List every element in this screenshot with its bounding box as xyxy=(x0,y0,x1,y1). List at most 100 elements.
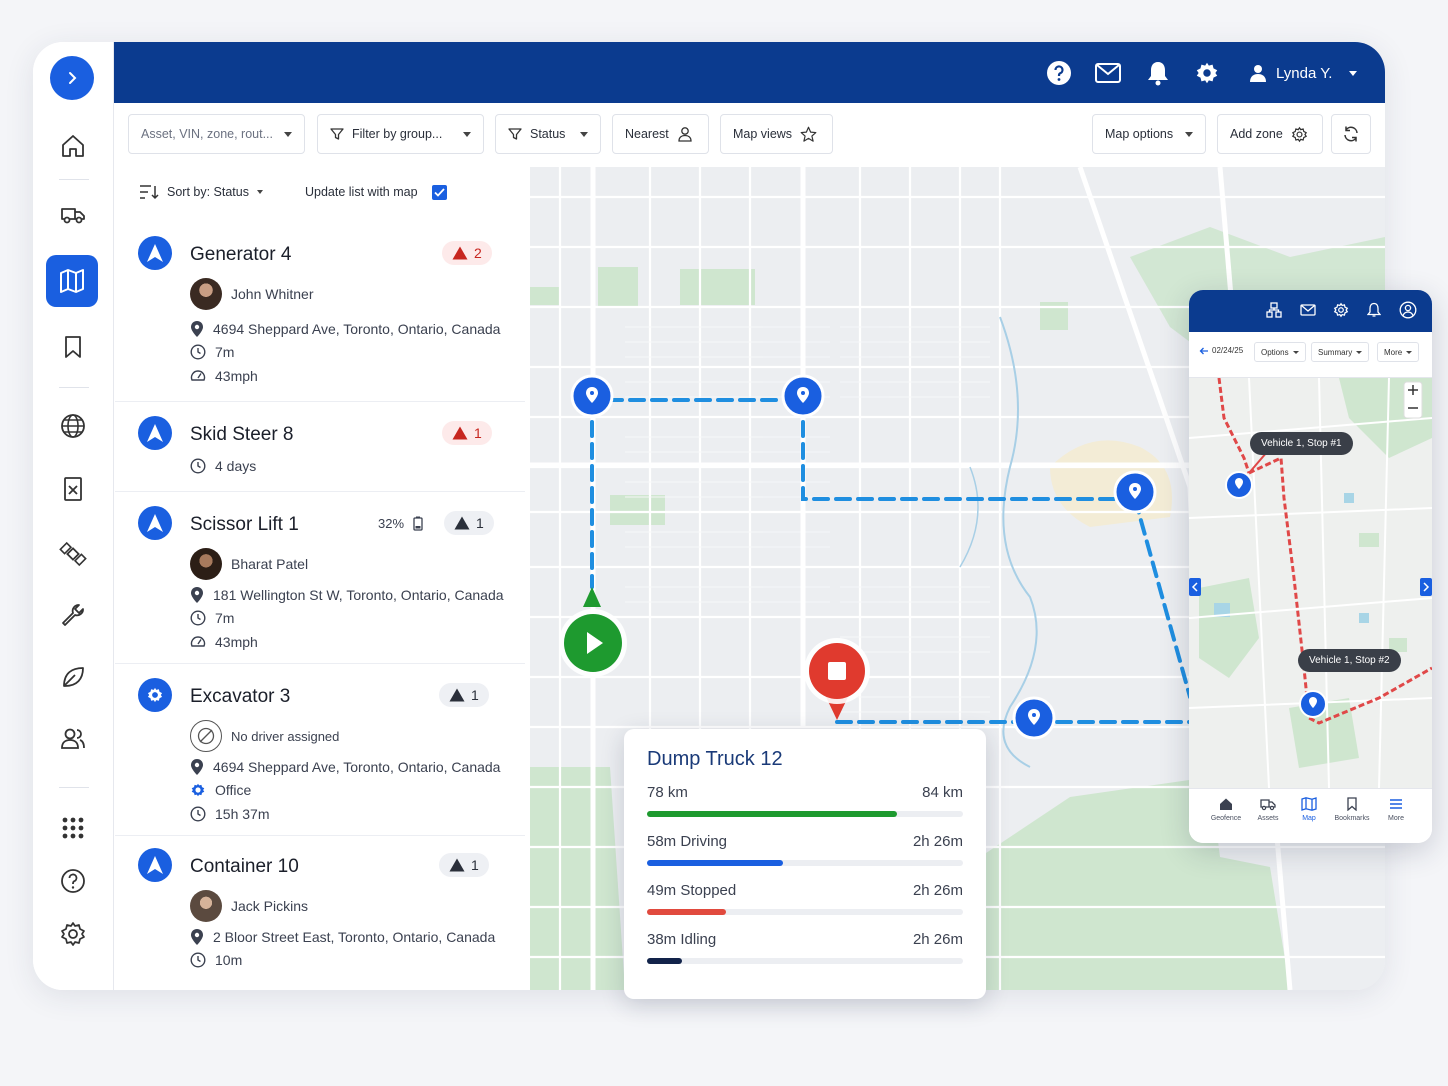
home-icon[interactable] xyxy=(53,126,93,166)
warning-icon xyxy=(449,688,465,702)
navigation-icon xyxy=(138,416,172,450)
address-row: 4694 Sheppard Ave, Toronto, Ontario, Can… xyxy=(190,320,500,338)
zone-gear-icon xyxy=(191,783,205,797)
nav-geofence[interactable]: Geofence xyxy=(1205,797,1247,822)
list-item[interactable]: Generator 4 2 John Whitner 4694 Sheppard… xyxy=(115,222,525,402)
nearest-button[interactable]: Nearest xyxy=(612,114,709,154)
user-icon xyxy=(1250,65,1266,82)
time-value: 10m xyxy=(215,952,243,968)
trip-summary-card[interactable]: Dump Truck 12 78 km 84 km 58m Driving 2h… xyxy=(624,729,986,999)
globe-icon[interactable] xyxy=(53,406,93,446)
summary-dropdown[interactable]: Summary xyxy=(1311,342,1370,362)
address: 181 Wellington St W, Toronto, Ontario, C… xyxy=(213,587,504,603)
clock-icon xyxy=(190,344,206,360)
search-input[interactable]: Asset, VIN, zone, rout... xyxy=(128,114,305,154)
alert-badge[interactable]: 1 xyxy=(439,853,489,877)
list-item[interactable]: Excavator 3 1 No driver assigned 4694 Sh… xyxy=(115,664,525,836)
map-views-button[interactable]: Map views xyxy=(720,114,833,154)
list-item[interactable]: Skid Steer 8 1 4 days xyxy=(115,402,525,492)
gear-icon[interactable] xyxy=(1192,58,1222,88)
help-icon[interactable] xyxy=(53,861,93,901)
group-filter-dropdown[interactable]: Filter by group... xyxy=(317,114,484,154)
no-driver-icon xyxy=(190,720,222,752)
time-row: 7m xyxy=(190,610,234,626)
stop-tooltip: Vehicle 1, Stop #2 xyxy=(1298,649,1401,672)
bell-icon[interactable] xyxy=(1143,58,1173,88)
time-value: 4 days xyxy=(215,458,257,474)
chevron-down-icon xyxy=(1185,131,1193,137)
users-icon[interactable] xyxy=(53,718,93,758)
nav-bookmarks[interactable]: Bookmarks xyxy=(1331,797,1373,822)
avatar xyxy=(190,890,222,922)
arrow-left-icon xyxy=(1199,347,1208,354)
map-options-dropdown[interactable]: Map options xyxy=(1092,114,1206,154)
list-item[interactable]: Container 10 1 Jack Pickins 2 Bloor Stre… xyxy=(115,836,525,990)
row-label: 38m Idling xyxy=(647,931,717,948)
warning-icon xyxy=(452,246,468,260)
mobile-toolbar: 02/24/25 Options Summary More xyxy=(1189,332,1432,378)
avatar xyxy=(190,548,222,580)
clock-icon xyxy=(190,610,206,626)
help-icon[interactable] xyxy=(1044,58,1074,88)
sort-dropdown[interactable]: Sort by: Status xyxy=(167,185,249,199)
satellite-icon[interactable] xyxy=(53,534,93,574)
mail-icon[interactable] xyxy=(1300,304,1316,316)
date-back-button[interactable]: 02/24/25 xyxy=(1199,346,1243,355)
apps-icon[interactable] xyxy=(53,808,93,848)
leaf-icon[interactable] xyxy=(53,657,93,697)
alert-count: 1 xyxy=(474,425,482,441)
truck-icon[interactable] xyxy=(53,194,93,234)
time-row: 4 days xyxy=(190,458,256,474)
nav-label: Bookmarks xyxy=(1334,815,1370,822)
alert-count: 1 xyxy=(471,687,479,703)
route-pin-icon xyxy=(570,374,614,418)
map-icon[interactable] xyxy=(46,255,98,307)
refresh-button[interactable] xyxy=(1331,114,1371,154)
address-row: 4694 Sheppard Ave, Toronto, Ontario, Can… xyxy=(190,758,500,776)
filter-icon xyxy=(330,128,344,140)
alert-badge[interactable]: 1 xyxy=(439,683,489,707)
wrench-icon[interactable] xyxy=(53,595,93,635)
account-icon[interactable] xyxy=(1399,301,1417,319)
sort-icon xyxy=(140,185,159,200)
map-pin-icon xyxy=(1299,690,1327,718)
group-filter-label: Filter by group... xyxy=(352,127,443,141)
alert-badge[interactable]: 2 xyxy=(442,241,492,265)
driver-name: Bharat Patel xyxy=(231,556,309,572)
status-filter-dropdown[interactable]: Status xyxy=(495,114,601,154)
progress-fill xyxy=(647,958,682,964)
hierarchy-icon[interactable] xyxy=(1266,302,1282,318)
row-total: 2h 26m xyxy=(912,882,963,899)
options-dropdown[interactable]: Options xyxy=(1254,342,1306,362)
alert-badge[interactable]: 1 xyxy=(444,511,494,535)
bell-icon[interactable] xyxy=(1367,302,1381,318)
row-total: 2h 26m xyxy=(912,931,963,948)
settings-icon[interactable] xyxy=(53,914,93,954)
route-pin-icon xyxy=(1012,696,1056,740)
mail-icon[interactable] xyxy=(1093,58,1123,88)
bookmark-icon xyxy=(1347,797,1357,811)
user-menu[interactable]: Lynda Y. xyxy=(1249,60,1358,86)
add-zone-button[interactable]: Add zone xyxy=(1217,114,1323,154)
list-item[interactable]: Scissor Lift 1 32% 1 Bharat Patel 181 We… xyxy=(115,492,525,664)
asset-name: Excavator 3 xyxy=(190,686,291,707)
row-label: 49m Stopped xyxy=(647,882,737,899)
truck-icon xyxy=(1260,799,1276,811)
nav-map[interactable]: Map xyxy=(1288,797,1330,822)
expand-sidebar-button[interactable] xyxy=(50,56,94,100)
alert-badge[interactable]: 1 xyxy=(442,421,492,445)
gear-icon[interactable] xyxy=(1333,302,1349,318)
nav-label: Geofence xyxy=(1210,815,1242,822)
menu-icon xyxy=(1390,799,1402,809)
nav-assets[interactable]: Assets xyxy=(1247,797,1289,822)
nav-more[interactable]: More xyxy=(1375,797,1417,822)
mobile-bottom-nav: Geofence Assets Map Bookmarks More xyxy=(1189,788,1432,843)
row-total: 2h 26m xyxy=(912,833,963,850)
bookmark-icon[interactable] xyxy=(53,327,93,367)
report-icon[interactable] xyxy=(53,469,93,509)
more-dropdown[interactable]: More xyxy=(1377,342,1420,362)
time-value: 7m xyxy=(215,344,235,360)
chevron-down-icon xyxy=(256,190,263,194)
update-list-checkbox[interactable] xyxy=(431,184,447,200)
mobile-map[interactable]: Vehicle 1, Stop #1 Vehicle 1, Stop #2 xyxy=(1189,377,1432,789)
